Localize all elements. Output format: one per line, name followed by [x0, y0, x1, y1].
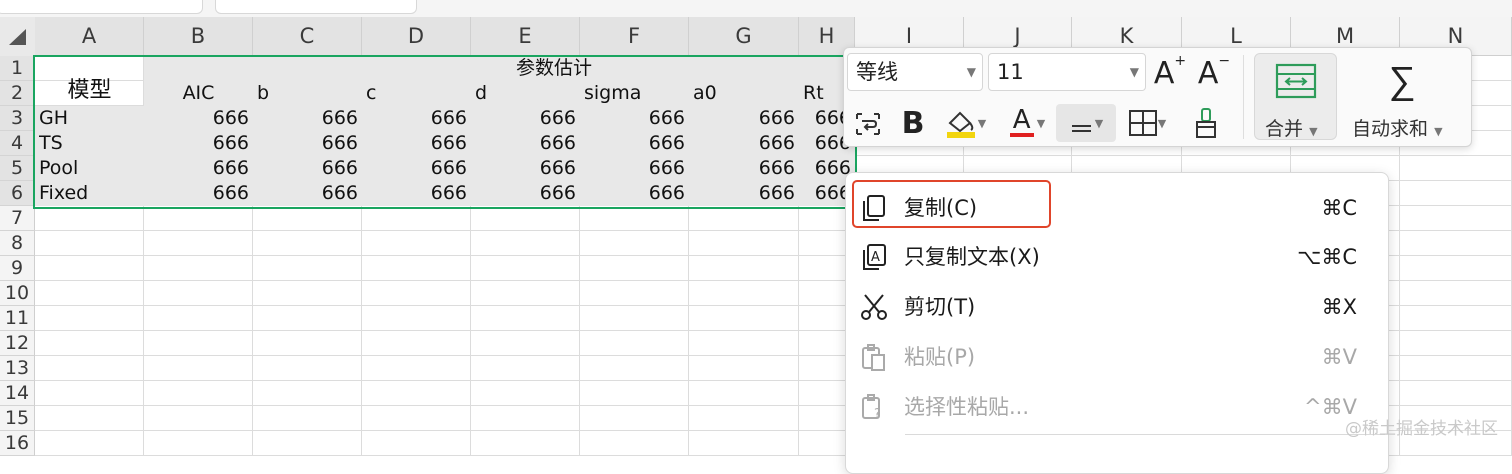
menu-item-paste-special[interactable]: ? 选择性粘贴... ^⌘V	[845, 382, 1387, 432]
copy-text-icon: A	[859, 242, 889, 272]
menu-item-shortcut: ⌥⌘C	[1297, 245, 1357, 269]
column-header-a[interactable]: A	[35, 17, 144, 56]
row-header-7[interactable]: 7	[0, 206, 35, 231]
column-header-c[interactable]: C	[253, 17, 362, 56]
merge-label: 合并 ▼	[1265, 118, 1318, 140]
row-header-4[interactable]: 4	[0, 131, 35, 156]
sigma-icon: ∑	[1388, 57, 1416, 102]
format-painter-icon	[1196, 108, 1216, 138]
chevron-down-icon: ▼	[966, 65, 976, 79]
wrap-text-icon	[856, 113, 880, 135]
chevron-down-icon: ▼	[977, 116, 987, 130]
menu-item-shortcut: ⌘X	[1321, 295, 1357, 319]
autosum-label: 自动求和 ▼	[1352, 118, 1443, 140]
chevron-down-icon: ▼	[1094, 116, 1104, 130]
svg-text:?: ?	[874, 407, 881, 422]
row-header-8[interactable]: 8	[0, 231, 35, 256]
tab-bar	[0, 0, 1512, 18]
chevron-down-icon: ▼	[1129, 65, 1139, 79]
menu-item-label: 剪切(T)	[904, 295, 976, 319]
font-size-value: 11	[997, 60, 1024, 84]
row-header-10[interactable]: 10	[0, 281, 35, 306]
chevron-down-icon: ▼	[1036, 116, 1046, 130]
font-size-select[interactable]: 11 ▼	[988, 53, 1146, 91]
paint-bucket-icon	[946, 111, 975, 138]
column-header-d[interactable]: D	[362, 17, 471, 56]
font-color-icon: A	[1007, 105, 1037, 139]
select-all-icon	[9, 29, 26, 45]
plus-icon: +	[1174, 53, 1187, 69]
scissors-icon	[859, 292, 889, 322]
column-header-f[interactable]: F	[580, 17, 689, 56]
row-header-2[interactable]: 2	[0, 81, 35, 106]
row-header-13[interactable]: 13	[0, 356, 35, 381]
paste-special-icon: ?	[859, 392, 889, 422]
menu-item-cut[interactable]: 剪切(T) ⌘X	[845, 282, 1387, 332]
row-header-5[interactable]: 5	[0, 156, 35, 181]
selection-range	[33, 55, 857, 209]
svg-text:A: A	[871, 250, 880, 265]
menu-item-copy-text-only[interactable]: A 只复制文本(X) ⌥⌘C	[845, 232, 1387, 282]
wrap-text-button[interactable]	[850, 108, 886, 140]
borders-button[interactable]: ▼	[1120, 106, 1174, 140]
increase-font-button[interactable]: A +	[1152, 53, 1188, 92]
merge-cells-icon	[1274, 62, 1318, 100]
menu-item-label: 选择性粘贴...	[904, 395, 1030, 419]
row-header-15[interactable]: 15	[0, 406, 35, 431]
menu-item-shortcut: ⌘V	[1321, 345, 1357, 369]
column-header-g[interactable]: G	[689, 17, 799, 56]
menu-item-shortcut: ⌘C	[1321, 196, 1357, 220]
row-header-11[interactable]: 11	[0, 306, 35, 331]
align-bottom-icon	[1071, 125, 1091, 132]
column-header-b[interactable]: B	[144, 17, 253, 56]
row-header-9[interactable]: 9	[0, 256, 35, 281]
chevron-down-icon: ▼	[1157, 116, 1167, 130]
format-painter-button[interactable]	[1188, 104, 1224, 142]
sheet-tab-active[interactable]	[215, 0, 417, 14]
font-name-value: 等线	[856, 60, 898, 84]
menu-item-label: 粘贴(P)	[904, 345, 976, 369]
paste-icon	[859, 342, 889, 372]
row-header-1[interactable]: 1	[0, 56, 35, 81]
borders-icon	[1128, 110, 1157, 136]
row-header-12[interactable]: 12	[0, 331, 35, 356]
row-header-16[interactable]: 16	[0, 431, 35, 456]
menu-item-paste[interactable]: 粘贴(P) ⌘V	[845, 332, 1387, 382]
font-name-select[interactable]: 等线 ▼	[847, 53, 983, 91]
copy-highlight-box	[852, 180, 1051, 228]
column-header-e[interactable]: E	[471, 17, 580, 56]
align-button[interactable]: ▼	[1056, 104, 1116, 142]
menu-item-label: 只复制文本(X)	[904, 245, 1040, 269]
fill-color-button[interactable]: ▼	[938, 106, 992, 140]
select-all-corner[interactable]	[0, 17, 36, 57]
sheet-tab-left[interactable]	[0, 0, 203, 14]
menu-divider	[905, 434, 1385, 435]
watermark: @稀土掘金技术社区	[1345, 419, 1498, 439]
minus-icon: −	[1218, 53, 1231, 69]
row-header-6[interactable]: 6	[0, 181, 35, 206]
row-header-14[interactable]: 14	[0, 381, 35, 406]
decrease-font-button[interactable]: A −	[1196, 53, 1232, 92]
row-header-3[interactable]: 3	[0, 106, 35, 131]
bold-button[interactable]: B	[896, 106, 930, 141]
toolbar-divider	[1243, 55, 1244, 139]
font-color-button[interactable]: A ▼	[1000, 105, 1052, 140]
